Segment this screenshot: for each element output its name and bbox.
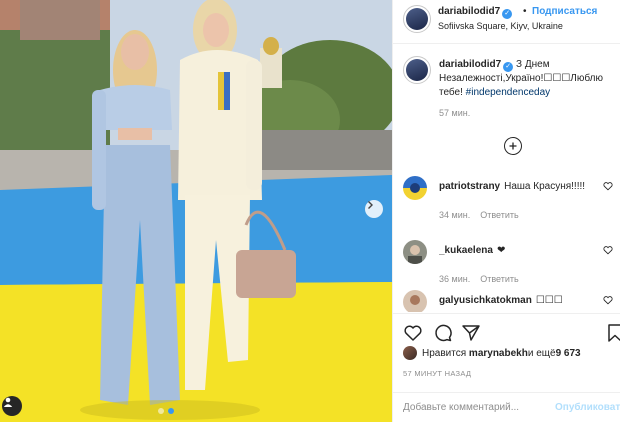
comment-text: patriotstrany Наша Красуня!!!!!	[439, 180, 599, 193]
likes-middle: и ещё	[527, 347, 556, 359]
comment-meta: 34 мин. Ответить	[439, 210, 519, 220]
user-tag-icon	[3, 397, 13, 407]
add-comment-bar: Добавьте комментарий... Опубликовать	[393, 392, 620, 422]
comment-body: ☐☐☐	[535, 295, 563, 306]
post-actions	[393, 313, 620, 349]
caption-hashtag[interactable]: #independenceday	[466, 87, 551, 98]
reply-button[interactable]: Ответить	[480, 274, 518, 284]
comment-username[interactable]: _kukaelena	[439, 245, 493, 256]
post-header: dariabilodid7 ✓ • Подписаться Sofiivska S…	[393, 0, 620, 44]
caption-time: 57 мин.	[439, 108, 471, 118]
post-photo[interactable]	[0, 0, 392, 422]
comment-icon[interactable]	[433, 323, 453, 343]
likes-count[interactable]: 9 673	[556, 348, 581, 359]
heart-icon[interactable]	[403, 323, 423, 343]
comment-username[interactable]: patriotstrany	[439, 181, 500, 192]
carousel-indicator	[158, 408, 174, 414]
paper-plane-icon[interactable]	[461, 323, 481, 343]
comment-time: 36 мин.	[439, 274, 471, 284]
comment-meta: 36 мин. Ответить	[439, 274, 519, 284]
bookmark-icon[interactable]	[605, 323, 620, 343]
comment-body: Наша Красуня!!!!!	[504, 181, 586, 192]
comment-input[interactable]: Добавьте комментарий...	[403, 402, 519, 413]
caption-username[interactable]: dariabilodid7	[439, 59, 501, 70]
comment-body: ❤	[496, 245, 506, 256]
post-location[interactable]: Sofiivska Square, Kiyv, Ukraine	[438, 21, 563, 31]
reply-button[interactable]: Ответить	[480, 210, 518, 220]
photo-image	[0, 0, 392, 422]
comment-avatar[interactable]	[403, 290, 427, 312]
comment-text: _kukaelena ❤	[439, 244, 599, 257]
comment-heart-icon[interactable]	[603, 245, 613, 255]
carousel-dot-active	[168, 408, 174, 414]
post-sidebar: dariabilodid7 ✓ • Подписаться Sofiivska S…	[392, 0, 620, 422]
comment-heart-icon[interactable]	[603, 181, 613, 191]
liker-avatar	[403, 346, 417, 360]
caption-author-avatar[interactable]	[403, 56, 431, 84]
load-more-comments-button[interactable]	[504, 137, 522, 155]
liker-username[interactable]: marynabekh	[469, 348, 528, 359]
chevron-right-icon	[368, 201, 373, 209]
carousel-dot	[158, 408, 164, 414]
caption-text: dariabilodid7 ✓ З Днем Незалежності,Украї…	[439, 58, 615, 99]
follow-separator: •	[523, 6, 527, 17]
author-username[interactable]: dariabilodid7 ✓	[438, 6, 513, 19]
verified-badge-icon: ✓	[503, 62, 514, 72]
comment-time: 34 мин.	[439, 210, 471, 220]
author-avatar[interactable]	[403, 5, 431, 33]
likes-summary[interactable]: Нравится marynabekh и ещё 9 673	[403, 346, 581, 360]
likes-prefix: Нравится	[422, 347, 467, 359]
next-slide-button[interactable]	[365, 200, 383, 218]
comment-heart-icon[interactable]	[603, 295, 613, 305]
follow-button[interactable]: Подписаться	[532, 6, 597, 17]
comment-username[interactable]: galyusichkatokman	[439, 295, 532, 306]
comment-text: galyusichkatokman ☐☐☐	[439, 294, 599, 307]
tagged-users-button[interactable]	[2, 396, 22, 416]
comment-item: galyusichkatokman ☐☐☐	[403, 290, 615, 312]
plus-circle-icon	[509, 142, 517, 150]
comment-avatar[interactable]	[403, 176, 427, 200]
verified-badge-icon: ✓	[502, 9, 513, 19]
publish-button[interactable]: Опубликовать	[555, 402, 620, 413]
comment-avatar[interactable]	[403, 240, 427, 264]
post-timestamp: 57 МИНУТ НАЗАД	[403, 369, 472, 378]
